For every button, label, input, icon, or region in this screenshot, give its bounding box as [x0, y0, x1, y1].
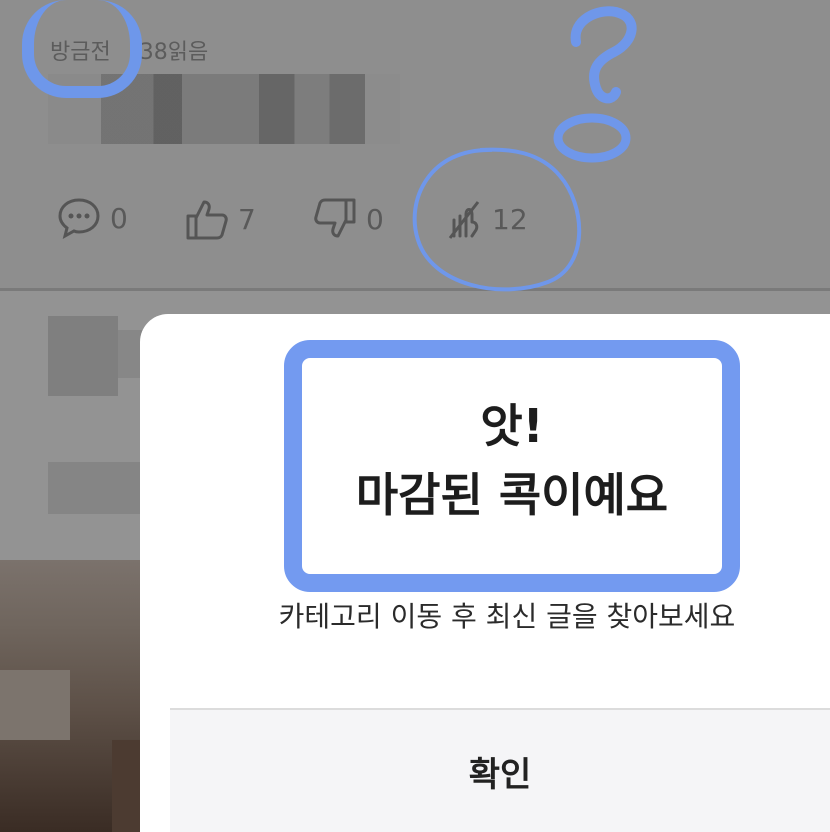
blurred-text [48, 462, 143, 514]
comment-count: 0 [110, 201, 128, 235]
like-count: 7 [238, 202, 256, 236]
dislike-count: 0 [366, 202, 384, 236]
comment-icon [58, 198, 100, 239]
blurred-photo [0, 560, 140, 832]
blurred-avatar [48, 316, 118, 396]
share-count: 12 [492, 202, 528, 236]
photo-detail [0, 670, 70, 740]
confirm-button[interactable]: 확인 [170, 710, 830, 832]
photo-detail [112, 740, 140, 832]
post-read-count: 38읽음 [139, 40, 209, 65]
like-action[interactable]: 7 [184, 196, 256, 242]
annotation-circle-time [22, 0, 142, 98]
disabled-share-icon [448, 201, 480, 239]
thumbs-down-icon [314, 198, 356, 238]
share-action[interactable]: 12 [444, 196, 528, 242]
comment-action[interactable]: 0 [56, 196, 128, 240]
dialog-message: 카테고리 이동 후 최신 글을 찾아보세요 [278, 600, 736, 633]
dialog-title-line2: 마감된 콕이예요 [355, 468, 669, 522]
dialog-title-line1: 앗! [480, 399, 544, 453]
dislike-action[interactable]: 0 [312, 196, 384, 242]
dialog-title: 앗! 마감된 콕이예요 [312, 392, 712, 530]
thumbs-up-icon [186, 200, 228, 240]
